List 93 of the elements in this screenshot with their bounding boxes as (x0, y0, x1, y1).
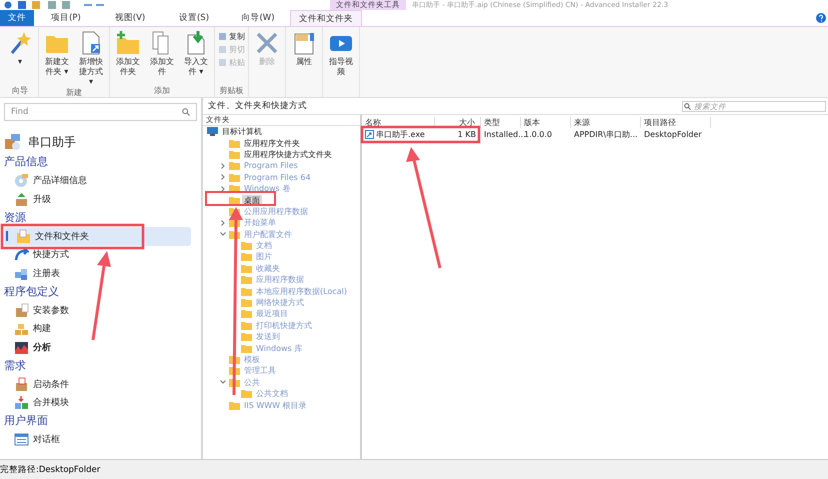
ribbon-button[interactable]: 新建文件夹 ▾ (42, 31, 72, 87)
ribbon-group-label: 剪贴板 (218, 85, 244, 97)
ribbon-button[interactable]: 导入文件 ▾ (181, 31, 211, 85)
nav-item[interactable]: 合并模块 (4, 394, 197, 412)
folder-icon (229, 150, 240, 159)
nav-heading: 用户界面 (4, 413, 49, 429)
chevron-right-icon[interactable] (219, 184, 227, 193)
nav-item[interactable]: 启动条件 (4, 375, 197, 394)
table-cell-text: DesktopFolder (643, 129, 703, 141)
folder-icon (241, 275, 252, 284)
find-field[interactable]: Find (4, 103, 197, 121)
highlight-box (205, 191, 276, 206)
nav-heading: 资源 (4, 210, 27, 226)
folder-add-icon (116, 31, 140, 55)
window-icon (14, 432, 29, 448)
help-icon[interactable] (816, 13, 826, 23)
folder-icon (229, 161, 240, 170)
folder-icon (241, 389, 252, 398)
ribbon-button[interactable]: 复制 (218, 31, 245, 42)
nav-item[interactable]: 安装参数 (4, 301, 197, 320)
folder-icon (241, 286, 252, 296)
folder-icon (241, 241, 252, 250)
search-icon (182, 108, 190, 116)
chart-icon (14, 340, 29, 355)
nav-item[interactable]: 产品详细信息 (4, 172, 197, 190)
ribbon-button[interactable]: 添加文件 (147, 31, 177, 85)
project-name: 串口助手 (28, 134, 76, 150)
ribbon-button[interactable]: 属性 (289, 31, 319, 85)
folder-icon (16, 228, 31, 244)
box-icon (14, 376, 29, 392)
box-icon (14, 192, 29, 207)
chevron-right-icon[interactable] (219, 218, 227, 227)
folder-icon (241, 309, 252, 318)
properties-icon (292, 31, 316, 55)
ribbon-group-label: 向导 (11, 85, 29, 97)
column-header[interactable]: 项目路径 (641, 117, 711, 128)
nav-item[interactable]: 升级 (4, 190, 197, 208)
search-icon (684, 102, 691, 110)
folder-icon (241, 252, 252, 262)
ribbon-button[interactable]: 指导视频 (326, 31, 356, 85)
nav-item[interactable]: 文件和文件夹 (4, 227, 191, 246)
folder-icon (241, 332, 252, 342)
nav-item[interactable]: 快捷方式 (4, 246, 197, 264)
wand-icon (8, 31, 32, 55)
panel-title: 文件、文件夹和快捷方式 (208, 100, 307, 112)
monitor-icon (207, 127, 218, 136)
chevron-down-icon[interactable] (219, 230, 227, 238)
disc-icon (14, 173, 29, 188)
folder-icon (229, 196, 240, 205)
folder-icon (229, 400, 240, 410)
folder-icon (241, 320, 252, 330)
folder-icon (241, 264, 252, 273)
folder-icon (241, 298, 252, 308)
chevron-right-icon[interactable] (219, 173, 227, 182)
package-icon (4, 133, 22, 151)
column-header[interactable]: 名称 (362, 117, 435, 128)
nav-heading: 需求 (4, 358, 27, 374)
folder-icon (229, 172, 240, 182)
box-icon (14, 302, 29, 318)
ribbon-button[interactable]: ▾ (5, 31, 35, 85)
tree-item[interactable]: 应用程序快捷方式文件夹 (242, 148, 334, 160)
column-header[interactable]: 类型 (481, 117, 521, 128)
cubes-icon (14, 395, 29, 410)
nav-item[interactable]: 分析 (4, 338, 197, 356)
bricks-icon (14, 321, 29, 336)
ribbon-tab[interactable]: 文件和文件夹 (290, 10, 362, 26)
tree-item[interactable]: 目标计算机 (220, 126, 264, 138)
file-menu-button[interactable]: 文件 (0, 10, 34, 26)
chevron-right-icon[interactable] (219, 162, 227, 170)
nav-item[interactable]: 注册表 (4, 264, 197, 282)
folder-icon (241, 344, 252, 353)
chevron-down-icon[interactable] (219, 378, 227, 386)
column-header[interactable]: 版本 (521, 117, 571, 128)
nav-heading: 产品信息 (4, 154, 49, 170)
table-cell: 串口助手.exe (362, 128, 435, 141)
nav-item[interactable]: 构建 (4, 320, 197, 338)
ribbon-button[interactable]: 新增快捷方式 ▾ (76, 31, 106, 87)
shortcut-icon (365, 130, 374, 139)
delete-icon (255, 31, 279, 55)
table-cell-text: 1 KB (456, 129, 477, 141)
column-header[interactable]: 大小 (435, 117, 481, 128)
table-cell-text: APPDIR\串口助... (573, 129, 639, 141)
column-header[interactable]: 来源 (571, 117, 641, 128)
nav-heading: 程序包定义 (4, 284, 60, 300)
arrow-icon (14, 247, 29, 262)
ribbon-button[interactable]: 添加文件夹 (113, 31, 143, 85)
ribbon-group-label: 新建 (65, 87, 83, 98)
status-text: 完整路径:DesktopFolder (0, 464, 100, 476)
tree-item[interactable]: 应用程序文件夹 (242, 138, 302, 149)
ribbon-group-label: 添加 (153, 85, 171, 97)
folder-icon (229, 138, 240, 148)
tree-item[interactable]: 桌面 (242, 194, 262, 206)
nav-item[interactable]: 对话框 (4, 430, 197, 449)
